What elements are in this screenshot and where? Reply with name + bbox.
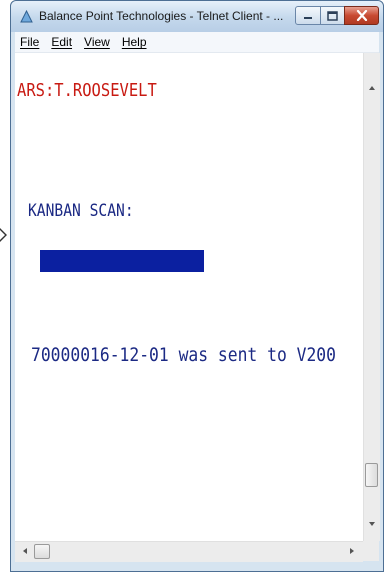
user-line: ARS:T.ROOSEVELT (17, 80, 157, 101)
horizontal-scroll-thumb[interactable] (34, 544, 50, 559)
kanban-scan-label: KANBAN SCAN: (28, 201, 134, 221)
vertical-scroll-thumb[interactable] (365, 463, 378, 487)
maximize-icon (327, 10, 338, 21)
terminal-screen[interactable]: ARS:T.ROOSEVELT KANBAN SCAN: 70000016-12… (15, 53, 363, 541)
menu-edit[interactable]: Edit (51, 35, 72, 49)
horizontal-scrollbar[interactable] (15, 541, 363, 562)
maximize-button[interactable] (320, 6, 345, 25)
chevron-right-icon (0, 228, 7, 242)
scrollbar-corner (363, 541, 379, 561)
window-title: Balance Point Technologies - Telnet Clie… (39, 9, 284, 23)
close-icon (356, 10, 367, 21)
minimize-button[interactable] (295, 6, 321, 25)
menu-file[interactable]: File (20, 35, 39, 49)
scroll-down-icon[interactable] (369, 522, 375, 526)
vertical-scrollbar[interactable] (363, 53, 380, 541)
menu-help[interactable]: Help (122, 35, 147, 49)
status-message: 70000016-12-01 was sent to V200 (31, 344, 336, 366)
title-bar[interactable]: Balance Point Technologies - Telnet Clie… (11, 1, 383, 32)
menu-view[interactable]: View (84, 35, 110, 49)
app-icon (20, 10, 33, 23)
minimize-icon (304, 16, 312, 19)
scroll-right-icon[interactable] (350, 548, 354, 554)
close-button[interactable] (344, 6, 379, 25)
scroll-up-icon[interactable] (369, 86, 375, 90)
scroll-left-icon[interactable] (23, 548, 27, 554)
telnet-client-window: Balance Point Technologies - Telnet Clie… (10, 0, 384, 572)
menu-bar: File Edit View Help (15, 32, 379, 53)
kanban-scan-input[interactable] (40, 250, 204, 272)
